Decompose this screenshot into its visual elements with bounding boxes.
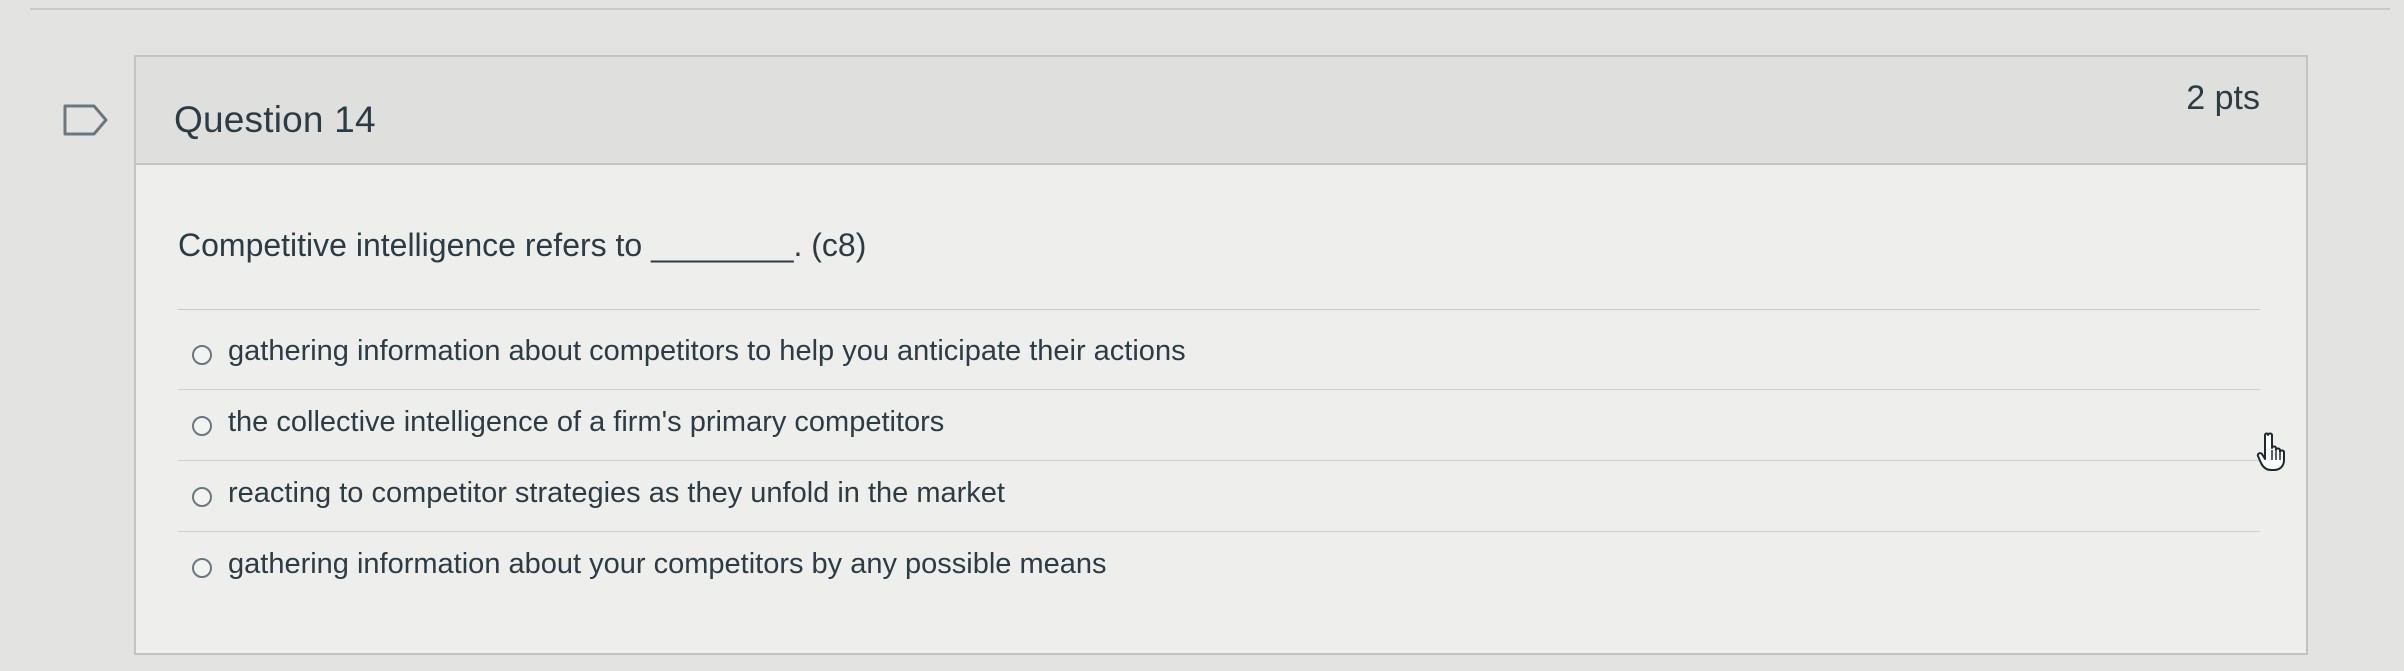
question-text: Competitive intelligence refers to _____… [178,227,867,263]
answer-label[interactable]: gathering information about competitors … [228,335,1186,368]
question-divider [178,309,2260,310]
hand-pointer-icon [2256,432,2285,471]
radio-button[interactable] [192,558,212,578]
answer-label[interactable]: the collective intelligence of a firm's … [228,406,944,439]
radio-button[interactable] [192,487,212,507]
question-points: 2 pts [2186,79,2260,117]
answer-list: gathering information about competitors … [178,319,2260,603]
top-divider [30,8,2390,10]
question-header: Question 14 2 pts [136,57,2306,165]
question-title: Question 14 [174,99,376,140]
answer-label[interactable]: gathering information about your competi… [228,548,1107,581]
answer-option-2[interactable]: the collective intelligence of a firm's … [178,390,2260,461]
radio-button[interactable] [192,416,212,436]
question-card: Question 14 2 pts Competitive intelligen… [134,55,2308,655]
radio-button[interactable] [192,345,212,365]
answer-option-1[interactable]: gathering information about competitors … [178,319,2260,390]
answer-option-3[interactable]: reacting to competitor strategies as the… [178,461,2260,532]
flag-icon[interactable] [62,103,110,137]
answer-option-4[interactable]: gathering information about your competi… [178,532,2260,603]
answer-label[interactable]: reacting to competitor strategies as the… [228,477,1005,510]
